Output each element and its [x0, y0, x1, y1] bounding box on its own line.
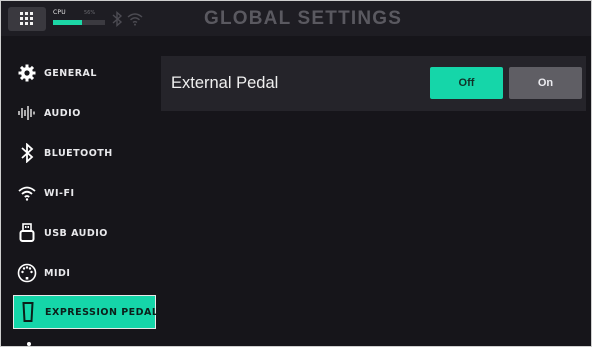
cpu-meter: CPU 56% [53, 9, 108, 29]
cpu-bar-fill [53, 20, 83, 25]
off-button[interactable]: Off [430, 67, 503, 99]
screen: CPU 56% GLOBAL SETTINGS GENERAL AUDIO BL… [0, 0, 592, 347]
sidebar-item-bluetooth[interactable]: BLUETOOTH [13, 136, 156, 170]
cpu-label: CPU [53, 9, 66, 16]
page-title: GLOBAL SETTINGS [204, 8, 403, 29]
sidebar-item-label: MIDI [44, 267, 71, 279]
sidebar-item-usb-audio[interactable]: USB AUDIO [13, 216, 156, 250]
sidebar-item-label: USB AUDIO [44, 227, 108, 239]
cpu-percent: 56% [84, 10, 96, 16]
menu-button[interactable] [8, 7, 46, 31]
sidebar-item-label: BLUETOOTH [44, 147, 113, 159]
audio-waveform-icon [17, 103, 37, 123]
gear-icon [17, 63, 37, 83]
sidebar-item-audio[interactable]: AUDIO [13, 96, 156, 130]
midi-icon [17, 263, 37, 283]
sidebar-item-expression-pedal[interactable]: EXPRESSION PEDAL [13, 295, 159, 329]
setting-label: External Pedal [171, 74, 279, 92]
menu-icon [20, 12, 34, 26]
bluetooth-icon [112, 11, 123, 27]
on-button[interactable]: On [509, 67, 582, 99]
pedal-icon [18, 302, 38, 322]
sidebar-item-wi-fi[interactable]: WI-FI [13, 176, 156, 210]
wifi-icon [127, 13, 143, 26]
sidebar-item-label: GENERAL [44, 67, 97, 79]
usb-icon [17, 223, 37, 243]
wifi-icon [17, 183, 37, 203]
top-bar: CPU 56% GLOBAL SETTINGS [1, 1, 591, 36]
sidebar-item-midi[interactable]: MIDI [13, 256, 156, 290]
bluetooth-icon [17, 143, 37, 163]
sidebar-item-label: WI-FI [44, 187, 75, 199]
scroll-more-indicator [27, 342, 31, 346]
sidebar: GENERAL AUDIO BLUETOOTH WI-FI USB AUDIO … [1, 51, 159, 346]
sidebar-item-general[interactable]: GENERAL [13, 56, 156, 90]
sidebar-item-label: EXPRESSION PEDAL [45, 306, 159, 318]
sidebar-item-label: AUDIO [44, 107, 81, 119]
cpu-bar [53, 20, 105, 25]
setting-row-external-pedal: External Pedal Off On [161, 56, 586, 111]
